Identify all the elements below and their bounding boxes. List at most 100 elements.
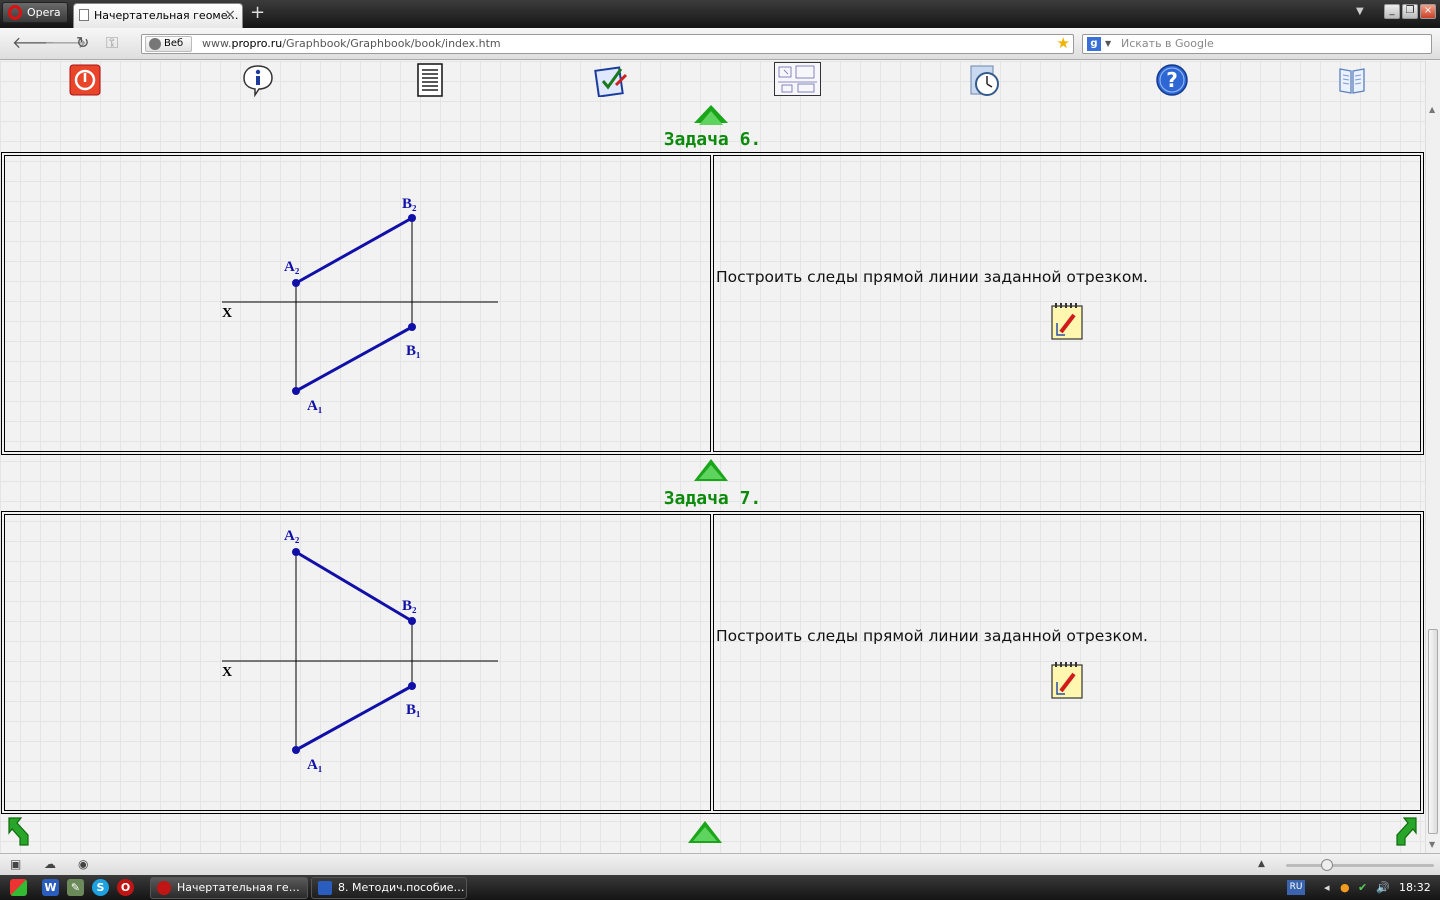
opera-menu-label: Opera bbox=[27, 6, 61, 19]
task-7-text: Построить следы прямой линии заданной от… bbox=[716, 627, 1148, 645]
taskbar-item-opera[interactable]: Начертательная ге… bbox=[150, 877, 308, 899]
label-a2: A₂ bbox=[284, 259, 300, 275]
notepad-pencil-icon[interactable] bbox=[1051, 302, 1083, 340]
scrollbar-thumb[interactable] bbox=[1428, 629, 1438, 834]
label-b1: B₁ bbox=[406, 343, 421, 359]
scroll-down-button[interactable]: ▼ bbox=[1429, 840, 1435, 849]
windows-taskbar: W ✎ S O Начертательная ге… 8. Методич.по… bbox=[0, 875, 1440, 900]
test-icon[interactable] bbox=[594, 63, 628, 97]
taskbar-item-label: Начертательная ге… bbox=[177, 881, 300, 894]
point-b1 bbox=[408, 682, 416, 690]
page-icon bbox=[79, 9, 89, 21]
task-6-drawing-cell: X A₂ B₂ A₁ B₁ bbox=[4, 155, 711, 452]
url-host: propro.ru bbox=[231, 37, 283, 50]
google-icon[interactable]: g bbox=[1087, 37, 1101, 51]
taskbar-item-label: 8. Методич.пособие… bbox=[338, 881, 465, 894]
opera-quicklaunch-icon[interactable]: O bbox=[117, 879, 134, 896]
info-icon[interactable] bbox=[241, 63, 275, 97]
notepad-pencil-icon[interactable] bbox=[1051, 661, 1083, 699]
maximize-button[interactable]: ❐ bbox=[1402, 4, 1418, 19]
zoom-slider[interactable] bbox=[1286, 859, 1434, 871]
opera-logo-icon bbox=[8, 5, 22, 20]
close-window-button[interactable]: × bbox=[1420, 4, 1436, 19]
browser-status-bar: ▣ ☁ ◉ ▲ bbox=[0, 853, 1440, 875]
scroll-up-button[interactable]: ▲ bbox=[1429, 105, 1435, 114]
web-badge-label: Веб bbox=[164, 38, 184, 49]
label-b2: B₂ bbox=[402, 196, 417, 212]
segment-top-projection bbox=[295, 684, 413, 752]
drawing-icon[interactable] bbox=[774, 62, 821, 96]
point-a2 bbox=[292, 548, 300, 556]
minimize-button[interactable]: _ bbox=[1384, 4, 1400, 19]
point-a2 bbox=[292, 279, 300, 287]
task-6-title: Задача 6. bbox=[663, 129, 762, 150]
tab-title: Начертательная геоме… bbox=[94, 9, 239, 22]
segment-top-projection bbox=[295, 325, 413, 393]
opera-icon bbox=[157, 881, 171, 895]
zoom-slider-knob[interactable] bbox=[1321, 859, 1333, 871]
new-tab-button[interactable]: + bbox=[250, 3, 265, 23]
bookmark-star-icon[interactable]: ★ bbox=[1057, 34, 1070, 52]
volume-icon[interactable]: 🔊 bbox=[1376, 875, 1390, 900]
task-7-title: Задача 7. bbox=[663, 488, 762, 509]
reload-icon[interactable]: ↻ bbox=[76, 33, 89, 53]
taskbar-item-word[interactable]: 8. Методич.пособие… bbox=[311, 877, 467, 899]
point-a1 bbox=[292, 387, 300, 395]
speed-dial-icon[interactable]: ◉ bbox=[78, 857, 88, 871]
tray-check-icon[interactable]: ✔ bbox=[1358, 875, 1367, 900]
task-7-table: X A₂ B₂ A₁ B₁ Построить следы прямой лин… bbox=[1, 511, 1424, 814]
scroll-to-top-arrow-icon[interactable] bbox=[688, 821, 722, 843]
start-button-icon[interactable] bbox=[10, 879, 27, 896]
book-icon[interactable] bbox=[1335, 63, 1369, 97]
language-indicator[interactable]: RU bbox=[1287, 880, 1305, 895]
exit-icon[interactable] bbox=[68, 63, 102, 97]
task-6-epure: X A₂ B₂ A₁ B₁ bbox=[222, 196, 498, 414]
app-quicklaunch-icon[interactable]: ✎ bbox=[67, 879, 84, 896]
point-b2 bbox=[408, 214, 416, 222]
key-icon[interactable]: ⚿ bbox=[106, 33, 118, 53]
next-page-arrow-icon[interactable] bbox=[1393, 815, 1419, 847]
segment-front-projection bbox=[295, 216, 413, 285]
vertical-scrollbar[interactable]: ▲ ▼ bbox=[1425, 61, 1440, 853]
tray-expand-icon[interactable]: ◂ bbox=[1324, 875, 1330, 900]
skype-quicklaunch-icon[interactable]: S bbox=[92, 879, 109, 896]
web-badge[interactable]: Веб bbox=[145, 36, 193, 52]
task-7-text-cell: Построить следы прямой линии заданной от… bbox=[713, 514, 1421, 811]
axis-x-label: X bbox=[222, 665, 232, 680]
label-a1: A₁ bbox=[307, 398, 322, 414]
task-7-drawing-cell: X A₂ B₂ A₁ B₁ bbox=[4, 514, 711, 811]
scroll-up-arrow-icon[interactable] bbox=[694, 105, 728, 125]
word-quicklaunch-icon[interactable]: W bbox=[42, 879, 59, 896]
task-6-text-cell: Построить следы прямой линии заданной от… bbox=[713, 155, 1421, 452]
search-placeholder: Искать в Google bbox=[1121, 37, 1214, 50]
scroll-up-arrow-icon[interactable] bbox=[694, 459, 728, 481]
help-icon[interactable]: ? bbox=[1155, 63, 1189, 97]
navigation-bar: 🡐 🡒 ↻ ⚿ Веб www.propro.ru/Graphbook/Grap… bbox=[0, 28, 1440, 60]
zoom-menu-icon[interactable]: ▲ bbox=[1258, 859, 1265, 869]
panel-toggle-icon[interactable]: ▣ bbox=[10, 857, 21, 871]
tabs-menu-button[interactable]: ▼ bbox=[1356, 6, 1364, 17]
opera-menu-button[interactable]: Opera bbox=[2, 2, 68, 23]
segment-front-projection bbox=[295, 550, 413, 623]
label-a2: A₂ bbox=[284, 528, 300, 544]
tray-app-icon[interactable]: ● bbox=[1340, 875, 1350, 900]
address-field[interactable]: Веб www.propro.ru/Graphbook/Graphbook/bo… bbox=[141, 34, 1074, 54]
label-b1: B₁ bbox=[406, 702, 421, 718]
page-content: ? Задача 6. X A₂ B₂ A₁ B₁ Построить след… bbox=[0, 61, 1425, 853]
svg-text:?: ? bbox=[1166, 68, 1178, 92]
cloud-icon[interactable]: ☁ bbox=[44, 857, 56, 871]
chevron-down-icon[interactable]: ▼ bbox=[1105, 35, 1111, 53]
clock[interactable]: 18:32 bbox=[1399, 875, 1431, 900]
point-b2 bbox=[408, 617, 416, 625]
globe-icon bbox=[149, 38, 161, 50]
search-input[interactable]: g ▼ Искать в Google bbox=[1082, 34, 1432, 54]
task-6-table: X A₂ B₂ A₁ B₁ Построить следы прямой лин… bbox=[1, 152, 1424, 455]
tab-close-icon[interactable]: × bbox=[224, 4, 236, 27]
timer-icon[interactable] bbox=[968, 63, 1002, 97]
label-a1: A₁ bbox=[307, 757, 322, 773]
tab-active[interactable]: Начертательная геоме… × bbox=[73, 3, 243, 28]
previous-page-arrow-icon[interactable] bbox=[6, 815, 32, 847]
document-icon[interactable] bbox=[413, 63, 447, 97]
browser-title-bar: Opera Начертательная геоме… × + ▼ _ ❐ × bbox=[0, 0, 1440, 28]
word-icon bbox=[318, 881, 332, 895]
